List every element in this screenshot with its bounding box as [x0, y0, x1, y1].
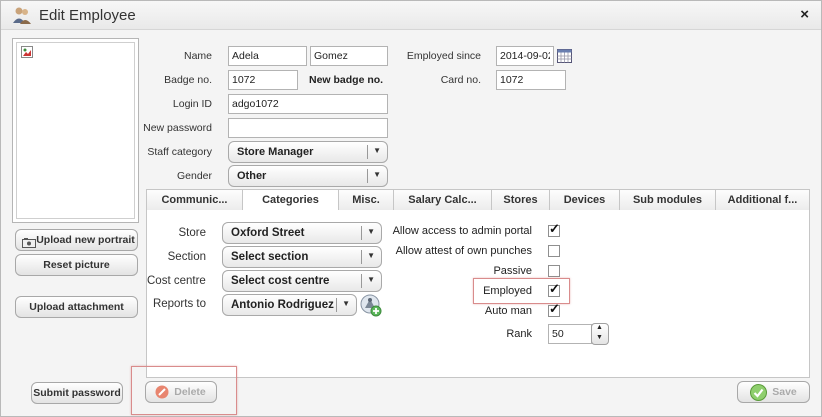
tab-devices[interactable]: Devices — [550, 190, 620, 210]
stepper-up-icon[interactable]: ▲ — [596, 324, 603, 331]
cost-centre-label: Cost centre — [147, 275, 206, 287]
calendar-icon[interactable] — [557, 48, 572, 66]
delete-icon — [155, 385, 169, 406]
window-title: Edit Employee — [39, 7, 136, 24]
employed-since-label: Employed since — [406, 50, 481, 62]
broken-image-icon — [21, 46, 33, 61]
upload-attachment-button[interactable]: Upload attachment — [15, 296, 138, 318]
portrait-image — [16, 42, 135, 219]
tab-sub-modules[interactable]: Sub modules — [620, 190, 716, 210]
tab-stores[interactable]: Stores — [492, 190, 550, 210]
gender-select[interactable]: Other ▼ — [228, 165, 388, 187]
store-select[interactable]: Oxford Street ▼ — [222, 222, 382, 244]
new-badge-label: New badge no. — [309, 74, 384, 86]
allow-admin-portal-checkbox[interactable]: ✓ — [548, 221, 560, 237]
tab-communication[interactable]: Communic... — [147, 190, 243, 210]
staff-category-select[interactable]: Store Manager ▼ — [228, 141, 388, 163]
passive-label: Passive — [493, 265, 532, 277]
card-label: Card no. — [440, 74, 481, 86]
chevron-down-icon: ▼ — [367, 275, 375, 284]
auto-man-label: Auto man — [484, 305, 532, 317]
allow-attest-label: Allow attest of own punches — [395, 245, 532, 257]
new-password-input[interactable] — [228, 118, 388, 138]
edit-employee-dialog: Edit Employee × Upload new portrait Rese… — [0, 0, 822, 417]
chevron-down-icon: ▼ — [367, 227, 375, 236]
section-label: Section — [167, 251, 206, 263]
badge-input[interactable] — [228, 70, 298, 90]
rank-input[interactable] — [548, 324, 592, 344]
camera-icon — [22, 235, 36, 255]
check-icon: ✓ — [549, 221, 560, 236]
upload-portrait-button[interactable]: Upload new portrait — [15, 229, 138, 251]
badge-label: Badge no. — [164, 74, 212, 86]
reports-to-label: Reports to — [152, 298, 206, 310]
delete-button[interactable]: Delete — [145, 381, 217, 403]
staff-category-label: Staff category — [147, 146, 212, 158]
reports-to-select[interactable]: Antonio Rodriguez ▼ — [222, 294, 357, 316]
chevron-down-icon: ▼ — [367, 251, 375, 260]
card-input[interactable] — [496, 70, 566, 90]
gender-label: Gender — [176, 170, 212, 182]
tab-misc[interactable]: Misc. — [339, 190, 394, 210]
first-name-input[interactable] — [228, 46, 307, 66]
login-label: Login ID — [172, 98, 212, 110]
allow-attest-checkbox[interactable] — [548, 245, 560, 257]
store-label: Store — [178, 227, 207, 239]
submit-password-button[interactable]: Submit password — [31, 382, 123, 404]
check-icon: ✓ — [549, 301, 560, 316]
add-manager-icon[interactable] — [360, 293, 382, 320]
new-password-label: New password — [143, 122, 212, 134]
tab-bar: Communic... Categories Misc. Salary Calc… — [146, 189, 810, 212]
tab-salary-calc[interactable]: Salary Calc... — [394, 190, 492, 210]
check-circle-icon — [750, 384, 767, 408]
auto-man-checkbox[interactable]: ✓ — [548, 301, 560, 317]
allow-admin-portal-label: Allow access to admin portal — [392, 225, 532, 237]
reset-picture-button[interactable]: Reset picture — [15, 254, 138, 276]
title-bar: Edit Employee × — [1, 1, 821, 30]
chevron-down-icon: ▼ — [342, 299, 350, 308]
close-icon[interactable]: × — [800, 6, 809, 23]
cost-centre-select[interactable]: Select cost centre ▼ — [222, 270, 382, 292]
employee-icon — [12, 5, 32, 28]
chevron-down-icon: ▼ — [373, 146, 381, 155]
employed-since-input[interactable] — [496, 46, 554, 66]
rank-label: Rank — [506, 328, 532, 340]
tab-categories[interactable]: Categories — [243, 190, 339, 212]
save-button[interactable]: Save — [737, 381, 810, 403]
stepper-down-icon[interactable]: ▼ — [596, 334, 603, 341]
login-input[interactable] — [228, 94, 388, 114]
tab-additional-fields[interactable]: Additional f... — [716, 190, 809, 210]
rank-stepper[interactable]: ▲ ▼ — [591, 323, 609, 345]
passive-checkbox[interactable] — [548, 265, 560, 277]
section-select[interactable]: Select section ▼ — [222, 246, 382, 268]
last-name-input[interactable] — [310, 46, 388, 66]
portrait-frame[interactable] — [12, 38, 139, 223]
name-label: Name — [183, 50, 212, 62]
chevron-down-icon: ▼ — [373, 170, 381, 179]
